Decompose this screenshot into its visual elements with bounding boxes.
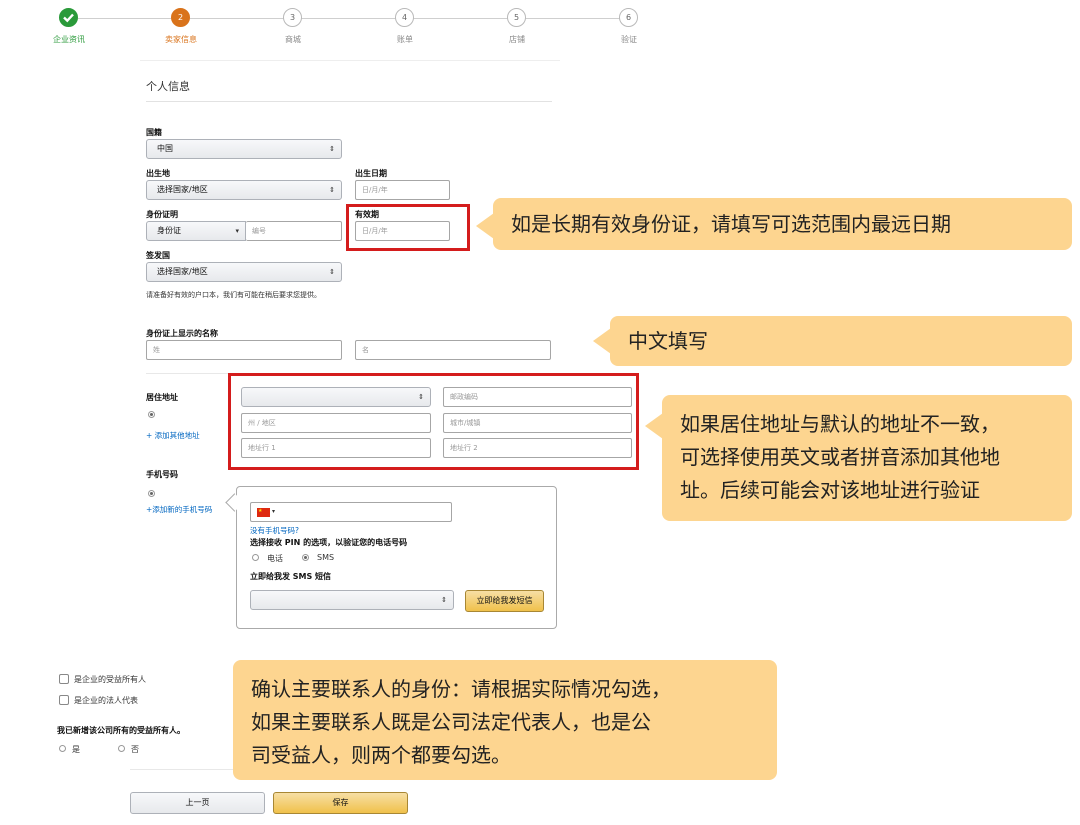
step-1-check-icon — [59, 8, 78, 27]
chevron-down-icon: ▾ — [272, 508, 276, 515]
sms-option-label: SMS — [317, 553, 335, 562]
yes-radio[interactable] — [59, 745, 66, 752]
household-note: 请准备好有效的户口本，我们有可能在稍后要求您提供。 — [146, 291, 321, 299]
select-caret-icon: ⇕ — [329, 268, 335, 276]
step-4-label: 账单 — [397, 35, 413, 44]
legal-rep-label: 是企业的法人代表 — [74, 696, 138, 705]
sms-option-radio[interactable] — [302, 554, 309, 561]
send-sms-button[interactable]: 立即给我发短信 — [465, 590, 544, 612]
issuing-country-label: 签发国 — [146, 251, 170, 260]
sms-language-select[interactable]: ⇕ — [250, 590, 454, 610]
callout-contact-line-3: 司受益人，则两个都要勾选。 — [251, 743, 511, 767]
birthdate-input[interactable]: 日/月/年 — [355, 180, 450, 200]
address-label: 居住地址 — [146, 393, 178, 402]
added-all-owners-question: 我已新增该公司所有的受益所有人。 — [57, 726, 185, 735]
nationality-select[interactable]: 中国 ⇕ — [146, 139, 342, 159]
first-name-input[interactable]: 名 — [355, 340, 551, 360]
step-3-label: 商城 — [285, 35, 301, 44]
name-on-id-label: 身份证上显示的名称 — [146, 329, 218, 338]
step-6-circle: 6 — [619, 8, 638, 27]
section-title: 个人信息 — [146, 80, 190, 93]
birthplace-select[interactable]: 选择国家/地区 ⇕ — [146, 180, 342, 200]
no-radio[interactable] — [118, 745, 125, 752]
callout-address-pointer — [645, 413, 663, 439]
beneficial-owner-label: 是企业的受益所有人 — [74, 675, 146, 684]
header-divider — [140, 60, 560, 61]
step-2-label[interactable]: 卖家信息 — [151, 34, 211, 45]
id-proof-label: 身份证明 — [146, 210, 178, 219]
nationality-label: 国籍 — [146, 128, 162, 137]
birthplace-value: 选择国家/地区 — [157, 185, 208, 194]
step-4-circle: 4 — [395, 8, 414, 27]
nationality-value: 中国 — [157, 144, 173, 153]
id-number-input[interactable]: 编号 — [246, 221, 342, 241]
callout-contact-line-1: 确认主要联系人的身份：请根据实际情况勾选， — [251, 677, 671, 701]
birthdate-label: 出生日期 — [355, 169, 387, 178]
chevron-down-icon: ▾ — [235, 227, 239, 235]
callout-address-line-3: 址。后续可能会对该地址进行验证 — [680, 478, 980, 502]
callout-address-tip: 如果居住地址与默认的地址不一致， 可选择使用英文或者拼音添加其他地 址。后续可能… — [662, 395, 1072, 521]
select-caret-icon: ⇕ — [329, 186, 335, 194]
id-type-value: 身份证 — [157, 226, 181, 235]
callout-expiry-pointer — [476, 213, 494, 239]
stepper-line — [78, 18, 628, 19]
step-5-circle: 5 — [507, 8, 526, 27]
prev-page-button[interactable]: 上一页 — [130, 792, 265, 814]
callout-chinese-tip: 中文填写 — [610, 316, 1072, 366]
callout-address-line-1: 如果居住地址与默认的地址不一致， — [680, 412, 1000, 436]
add-address-link[interactable]: + 添加其他地址 — [146, 430, 200, 441]
select-caret-icon: ⇕ — [329, 145, 335, 153]
callout-expiry-tip: 如是长期有效身份证，请填写可选范围内最远日期 — [493, 198, 1072, 250]
phone-number-input[interactable]: ★ ▾ — [250, 502, 452, 522]
issuing-country-value: 选择国家/地区 — [157, 267, 208, 276]
legal-rep-checkbox[interactable] — [59, 695, 69, 705]
birthplace-label: 出生地 — [146, 169, 170, 178]
china-flag-icon[interactable]: ★ — [257, 508, 270, 517]
step-3-circle: 3 — [283, 8, 302, 27]
no-label: 否 — [131, 745, 139, 754]
address-radio[interactable] — [148, 411, 155, 418]
pin-option-label: 选择接收 PIN 的选项，以验证您的电话号码 — [250, 538, 408, 547]
id-type-select[interactable]: 身份证 ▾ — [146, 221, 246, 241]
no-phone-link[interactable]: 没有手机号码? — [250, 525, 299, 536]
save-button[interactable]: 保存 — [273, 792, 408, 814]
address-highlight-box — [228, 373, 639, 470]
step-5-label: 店铺 — [509, 35, 525, 44]
step-6-label: 验证 — [621, 35, 637, 44]
last-name-input[interactable]: 姓 — [146, 340, 342, 360]
callout-contact-line-2: 如果主要联系人既是公司法定代表人，也是公 — [251, 710, 651, 734]
step-1-label[interactable]: 企业资讯 — [39, 34, 99, 45]
call-option-radio[interactable] — [252, 554, 259, 561]
call-option-label: 电话 — [267, 554, 283, 563]
section-divider — [146, 101, 552, 102]
select-caret-icon: ⇕ — [441, 596, 447, 604]
callout-contact-tip: 确认主要联系人的身份：请根据实际情况勾选， 如果主要联系人既是公司法定代表人，也… — [233, 660, 777, 780]
expiry-highlight-box — [346, 204, 470, 251]
phone-radio[interactable] — [148, 490, 155, 497]
callout-chinese-pointer — [593, 328, 611, 354]
issuing-country-select[interactable]: 选择国家/地区 ⇕ — [146, 262, 342, 282]
beneficial-owner-checkbox[interactable] — [59, 674, 69, 684]
callout-address-line-2: 可选择使用英文或者拼音添加其他地 — [680, 445, 1000, 469]
yes-label: 是 — [72, 745, 80, 754]
phone-label: 手机号码 — [146, 470, 178, 479]
step-2-circle: 2 — [171, 8, 190, 27]
send-sms-label: 立即给我发 SMS 短信 — [250, 572, 332, 581]
add-phone-link[interactable]: +添加新的手机号码 — [146, 504, 212, 515]
